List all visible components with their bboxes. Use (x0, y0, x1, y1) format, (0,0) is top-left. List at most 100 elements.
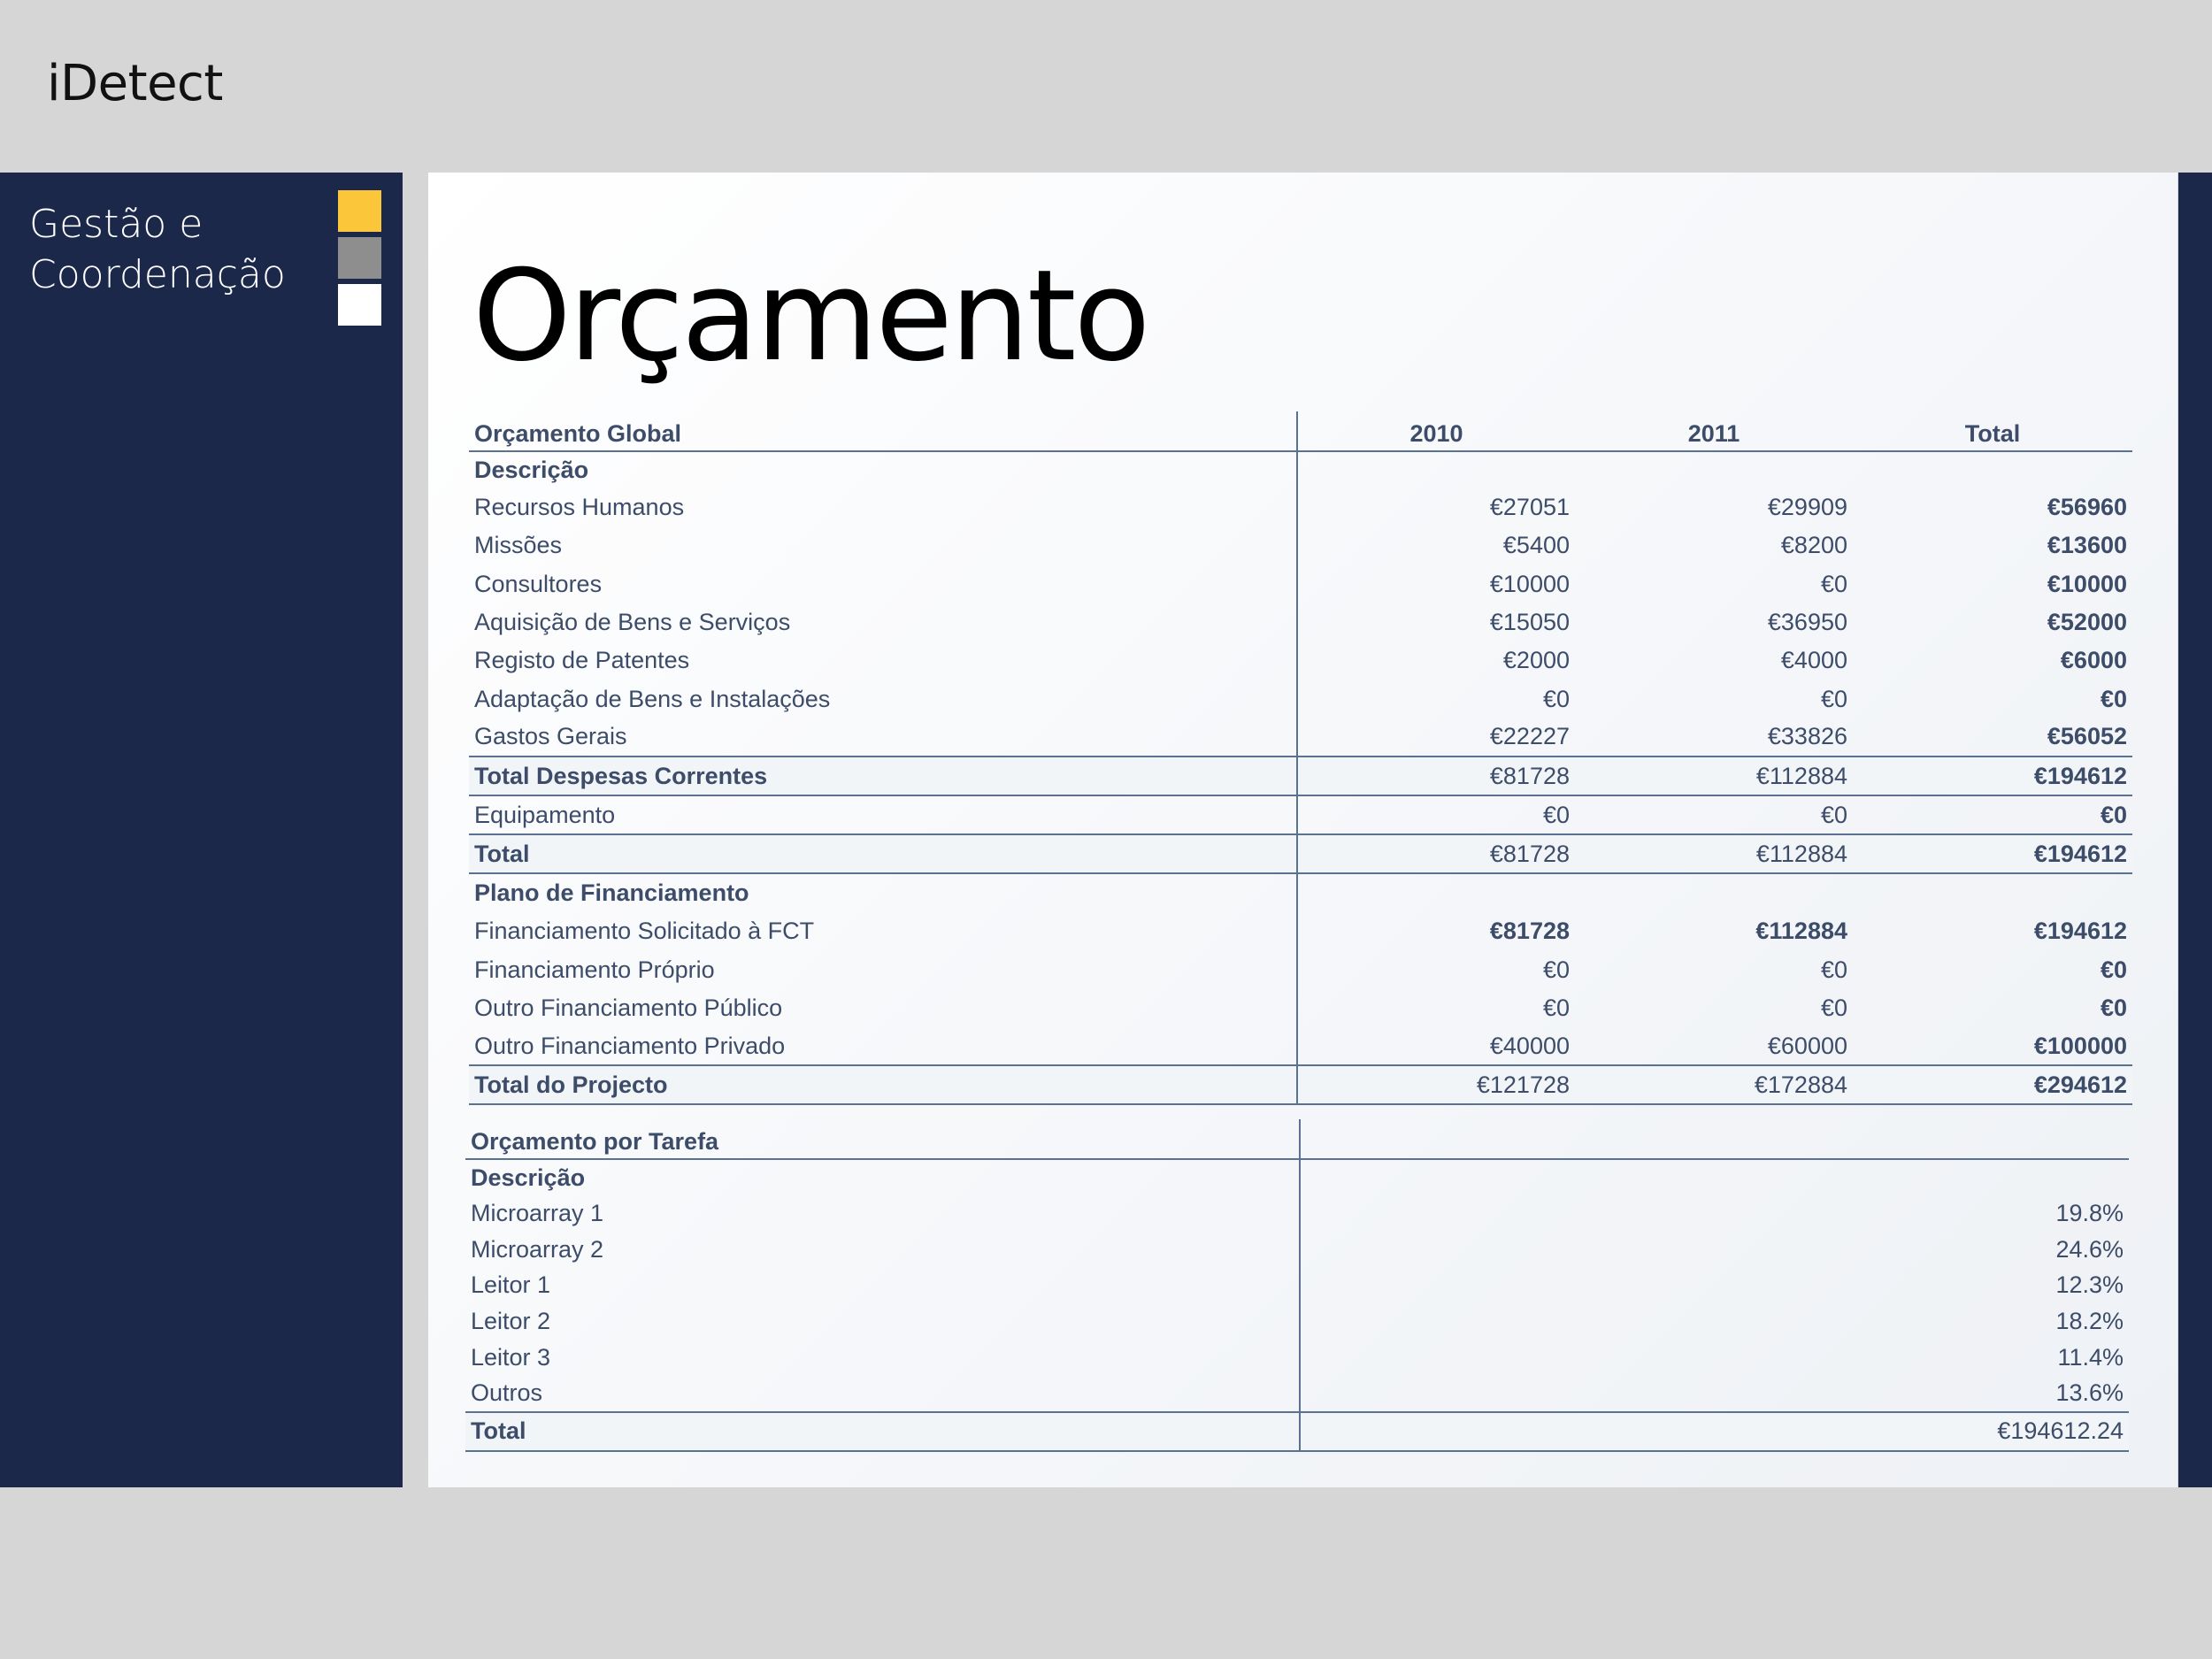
task-label: Leitor 3 (465, 1340, 1301, 1376)
value-2011: €112884 (1575, 833, 1853, 875)
value-2010: €10000 (1489, 570, 1570, 597)
row-label: Financiamento Solicitado à FCT (469, 912, 1298, 951)
financing-row: Outro Financiamento Público €0 €0 €0 (469, 988, 2132, 1027)
financing-label: Plano de Financiamento (469, 873, 1298, 913)
page-title: Orçamento (472, 243, 1150, 389)
value-2010: €5400 (1502, 532, 1570, 559)
row-label: Adaptação de Bens e Instalações (469, 680, 1298, 718)
value-2010: €40000 (1489, 1032, 1570, 1059)
row-label: Missões (469, 526, 1298, 565)
task-share: 18.2% (2055, 1308, 2124, 1335)
row-label: Registo de Patentes (469, 641, 1298, 680)
financing-row: Outro Financiamento Privado €40000 €60000 €… (469, 1026, 2132, 1066)
value-total: €0 (2100, 994, 2127, 1021)
task-budget-table: Orçamento por Tarefa Descrição Microarray … (465, 1119, 2129, 1452)
equipamento-row: Equipamento €0 €0 €0 (469, 795, 2132, 835)
value-2010: €15050 (1489, 609, 1570, 636)
table-row: Gastos Gerais €22227 €33826 €56052 (469, 718, 2132, 757)
total-row: Total €81728 €112884 €194612 (469, 833, 2132, 875)
row-label: Total (469, 833, 1298, 875)
total-projecto-row: Total do Projecto €121728 €172884 €294612 (469, 1064, 2132, 1106)
sidebar: Gestão e Coordenação (0, 173, 403, 1487)
value-total: €0 (2100, 685, 2127, 712)
color-swatch-gray (338, 237, 381, 279)
task-total-value: €194612.24 (1300, 1410, 2129, 1452)
global-header-row: Orçamento Global 2010 2011 Total (469, 411, 2132, 452)
color-swatch-white (338, 284, 381, 326)
value-total: €52000 (2047, 609, 2127, 636)
value-total: €0 (2100, 956, 2127, 983)
task-share: 13.6% (2055, 1379, 2124, 1407)
task-label: Microarray 2 (465, 1231, 1301, 1268)
task-share: 11.4% (2057, 1344, 2124, 1371)
table-row: Registo de Patentes €2000 €4000 €6000 (469, 641, 2132, 680)
value-2011: €8200 (1780, 532, 1847, 559)
task-label: Microarray 1 (465, 1195, 1301, 1232)
sidebar-section-title: Gestão e Coordenação (29, 202, 286, 297)
value-2011: €0 (1820, 685, 1847, 712)
value-total: €6000 (2060, 647, 2127, 674)
task-share: 24.6% (2055, 1235, 2124, 1263)
table-title: Orçamento Global (469, 411, 1298, 452)
row-label: Total Despesas Correntes (469, 756, 1298, 797)
value-total: €56052 (2047, 723, 2127, 750)
empty-cell (1300, 1159, 2129, 1195)
app-title: iDetect (47, 55, 223, 112)
value-2011: €0 (1820, 801, 1847, 828)
task-row: Outros 13.6% (465, 1375, 2129, 1412)
value-2011: €0 (1820, 570, 1847, 597)
value-2011: €60000 (1767, 1032, 1847, 1059)
color-swatch-yellow (338, 190, 381, 232)
value-2011: €36950 (1767, 609, 1847, 636)
value-2011: €29909 (1767, 494, 1847, 521)
value-total: €194612 (1853, 833, 2132, 875)
row-label: Aquisição de Bens e Serviços (469, 603, 1298, 642)
table-row: Consultores €10000 €0 €10000 (469, 565, 2132, 603)
row-label: Financiamento Próprio (469, 950, 1298, 989)
financing-row: Financiamento Solicitado à FCT €81728 €112… (469, 912, 2132, 951)
task-label: Outros (465, 1375, 1301, 1412)
empty-cell (1300, 1119, 2129, 1160)
value-2010: €0 (1542, 994, 1570, 1021)
value-2011: €112884 (1575, 756, 1853, 797)
financing-row: Financiamento Próprio €0 €0 €0 (469, 950, 2132, 989)
total-correntes-row: Total Despesas Correntes €81728 €112884 €19… (469, 756, 2132, 797)
table-row: Adaptação de Bens e Instalações €0 €0 €0 (469, 680, 2132, 718)
task-table-title: Orçamento por Tarefa (465, 1119, 1301, 1160)
value-total: €194612 (2033, 918, 2127, 945)
value-2011: €0 (1820, 956, 1847, 983)
table-row: Missões €5400 €8200 €13600 (469, 526, 2132, 565)
global-budget-table: Orçamento Global 2010 2011 Total Descrição Re… (469, 411, 2132, 1106)
task-row: Leitor 3 11.4% (465, 1340, 2129, 1376)
task-row: Leitor 2 18.2% (465, 1303, 2129, 1340)
value-2011: €4000 (1780, 647, 1847, 674)
right-edge-strip (2178, 173, 2212, 1487)
value-2011: €112884 (1755, 918, 1847, 945)
value-2010: €0 (1542, 956, 1570, 983)
table-row: Aquisição de Bens e Serviços €15050 €36950… (469, 603, 2132, 642)
slide-page: Orçamento Orçamento Global 2010 2011 Total D… (428, 173, 2177, 1487)
value-2010: €27051 (1489, 494, 1570, 521)
value-2010: €81728 (1297, 833, 1575, 875)
row-label: Total do Projecto (469, 1064, 1298, 1106)
empty-cell (1853, 873, 2132, 912)
task-share: 12.3% (2055, 1271, 2124, 1299)
task-row: Microarray 1 19.8% (465, 1195, 2129, 1232)
task-total-label: Total (465, 1410, 1301, 1452)
task-share: 19.8% (2055, 1199, 2124, 1226)
value-total: €56960 (2047, 494, 2127, 521)
value-total: €0 (2100, 801, 2127, 828)
task-description-row: Descrição (465, 1159, 2129, 1195)
empty-cell (1297, 873, 1575, 912)
value-total: €294612 (1853, 1064, 2132, 1106)
row-label: Consultores (469, 565, 1298, 603)
task-description-label: Descrição (465, 1159, 1301, 1195)
value-2010: €22227 (1489, 723, 1570, 750)
value-2010: €2000 (1502, 647, 1570, 674)
value-total: €100000 (2033, 1032, 2127, 1059)
financing-header-row: Plano de Financiamento (469, 873, 2132, 913)
value-2010: €121728 (1297, 1064, 1575, 1106)
task-header-row: Orçamento por Tarefa (465, 1119, 2129, 1160)
value-2010: €81728 (1297, 756, 1575, 797)
empty-cell (1575, 451, 1853, 488)
